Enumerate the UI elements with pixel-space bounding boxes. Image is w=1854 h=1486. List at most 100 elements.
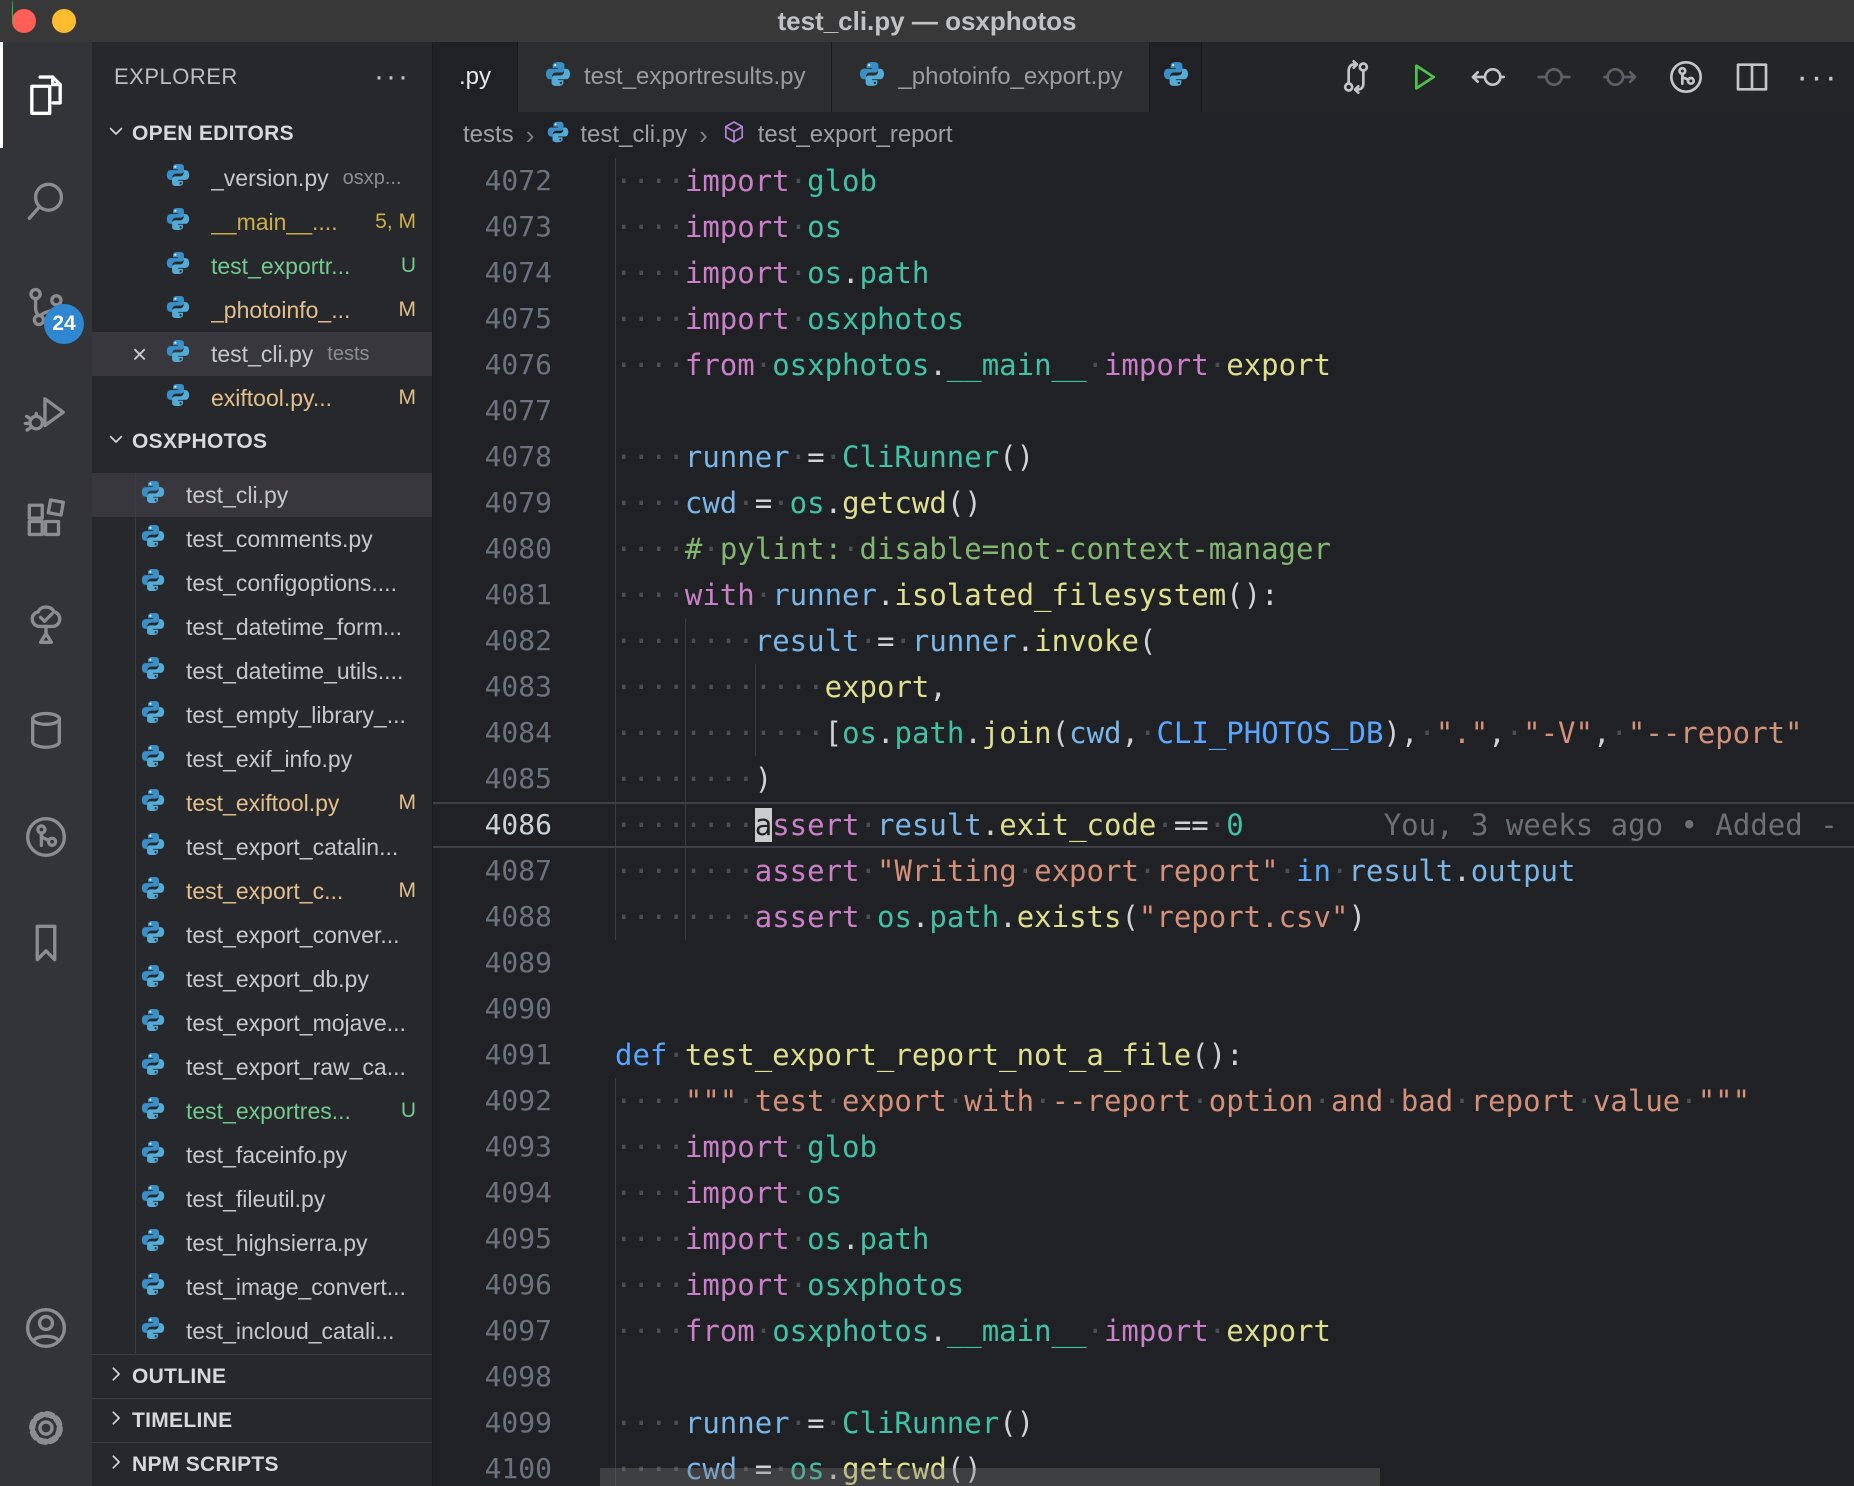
file-name: test_faceinfo.py: [186, 1142, 347, 1169]
tree-item[interactable]: test_faceinfo.py: [92, 1133, 432, 1177]
tree-item[interactable]: test_export_raw_ca...: [92, 1045, 432, 1089]
tree-item[interactable]: test_datetime_utils....: [92, 649, 432, 693]
tree-item[interactable]: test_empty_library_...: [92, 693, 432, 737]
navigate-point-icon[interactable]: [1532, 55, 1576, 99]
code-line[interactable]: 4076····from·osxphotos.__main__·import·e…: [433, 342, 1854, 388]
file-name: test_comments.py: [186, 526, 373, 553]
breadcrumb-item[interactable]: test_export_report: [720, 118, 953, 153]
tree-item[interactable]: test_export_db.py: [92, 957, 432, 1001]
tree-item[interactable]: test_image_convert...: [92, 1265, 432, 1309]
code-line[interactable]: 4086········assert·result.exit_code·==·0…: [433, 802, 1854, 848]
open-editor-item[interactable]: exiftool.py...M: [92, 376, 432, 420]
code-line[interactable]: 4082········result·=·runner.invoke(: [433, 618, 1854, 664]
tree-item[interactable]: test_cli.py: [92, 473, 432, 517]
tree-item[interactable]: test_configoptions....: [92, 561, 432, 605]
pinned-tab[interactable]: [1150, 42, 1202, 112]
code-line[interactable]: 4096····import·osxphotos: [433, 1262, 1854, 1308]
tree-item[interactable]: test_export_catalin...: [92, 825, 432, 869]
code-line[interactable]: 4095····import·os.path: [433, 1216, 1854, 1262]
code-line[interactable]: 4093····import·glob: [433, 1124, 1854, 1170]
tree-item[interactable]: test_export_c...M: [92, 869, 432, 913]
activity-bar: 24: [0, 42, 92, 1486]
account-icon[interactable]: [0, 1278, 92, 1378]
code-line[interactable]: 4087········assert·"Writing·export·repor…: [433, 848, 1854, 894]
zoom-window-button[interactable]: [12, 0, 13, 24]
settings-icon[interactable]: [0, 1378, 92, 1478]
open-editor-item[interactable]: _photoinfo_...M: [92, 288, 432, 332]
open-editor-item[interactable]: _version.pyosxp...: [92, 156, 432, 200]
code-line[interactable]: 4075····import·osxphotos: [433, 296, 1854, 342]
close-window-button[interactable]: [12, 9, 36, 33]
open-editors-section-header[interactable]: OPEN EDITORS: [92, 112, 432, 156]
editor-tab[interactable]: .py: [433, 42, 518, 112]
close-icon[interactable]: ×: [132, 339, 165, 370]
line-number: 4075: [433, 296, 552, 342]
bookmarks-icon[interactable]: [0, 890, 92, 996]
more-actions-icon[interactable]: ···: [374, 60, 410, 94]
panel-header-outline[interactable]: OUTLINE: [92, 1354, 432, 1398]
open-editor-item[interactable]: test_exportr...U: [92, 244, 432, 288]
code-line[interactable]: 4085········): [433, 756, 1854, 802]
tree-item[interactable]: test_exif_info.py: [92, 737, 432, 781]
file-name: test_datetime_utils....: [186, 658, 403, 685]
tree-item[interactable]: test_exiftool.pyM: [92, 781, 432, 825]
code-line[interactable]: 4077: [433, 388, 1854, 434]
search-icon[interactable]: [0, 148, 92, 254]
code-line[interactable]: 4083············export,: [433, 664, 1854, 710]
code-line[interactable]: 4088········assert·os.path.exists("repor…: [433, 894, 1854, 940]
editor-tab[interactable]: _photoinfo_export.py: [832, 42, 1149, 112]
code-line[interactable]: 4091def·test_export_report_not_a_file():: [433, 1032, 1854, 1078]
code-line[interactable]: 4084············[os.path.join(cwd,·CLI_P…: [433, 710, 1854, 756]
folder-section-header[interactable]: OSXPHOTOS: [92, 420, 432, 464]
navigate-forward-icon[interactable]: [1598, 55, 1642, 99]
compare-changes-icon[interactable]: [1334, 55, 1378, 99]
tree-item[interactable]: test_exportres...U: [92, 1089, 432, 1133]
chevron-right-icon: [104, 1362, 128, 1392]
code-line[interactable]: 4090: [433, 986, 1854, 1032]
testing-icon[interactable]: [0, 572, 92, 678]
code-line[interactable]: 4073····import·os: [433, 204, 1854, 250]
git-graph-icon[interactable]: [0, 784, 92, 890]
code-line[interactable]: 4081····with·runner.isolated_filesystem(…: [433, 572, 1854, 618]
database-icon[interactable]: [0, 678, 92, 784]
code-line[interactable]: 4079····cwd·=·os.getcwd(): [433, 480, 1854, 526]
more-actions-icon[interactable]: ···: [1796, 55, 1840, 99]
tree-item[interactable]: test_highsierra.py: [92, 1221, 432, 1265]
code-line[interactable]: 4094····import·os: [433, 1170, 1854, 1216]
split-editor-icon[interactable]: [1730, 55, 1774, 99]
run-debug-icon[interactable]: [0, 360, 92, 466]
code-line[interactable]: 4078····runner·=·CliRunner(): [433, 434, 1854, 480]
open-editor-item[interactable]: __main__....5, M: [92, 200, 432, 244]
panel-header-npm-scripts[interactable]: NPM SCRIPTS: [92, 1442, 432, 1486]
breadcrumb-item[interactable]: test_cli.py: [546, 120, 687, 151]
tree-item[interactable]: test_fileutil.py: [92, 1177, 432, 1221]
git-graph-circle-icon[interactable]: [1664, 55, 1708, 99]
horizontal-scrollbar[interactable]: [600, 1468, 1380, 1486]
code-line[interactable]: 4092····"""·test·export·with·--report·op…: [433, 1078, 1854, 1124]
explorer-icon[interactable]: [0, 42, 92, 148]
code-editor[interactable]: 4072····import·glob4073····import·os4074…: [433, 158, 1854, 1486]
tree-item[interactable]: test_comments.py: [92, 517, 432, 561]
code-line[interactable]: 4080····#·pylint:·disable=not-context-ma…: [433, 526, 1854, 572]
tree-item[interactable]: test_incloud_catali...: [92, 1309, 432, 1353]
minimize-window-button[interactable]: [52, 9, 76, 33]
run-icon[interactable]: [1400, 55, 1444, 99]
code-line[interactable]: 4097····from·osxphotos.__main__·import·e…: [433, 1308, 1854, 1354]
python-file-icon: [165, 338, 201, 370]
code-line[interactable]: 4072····import·glob: [433, 158, 1854, 204]
panel-header-timeline[interactable]: TIMELINE: [92, 1398, 432, 1442]
tree-item[interactable]: test_export_mojave...: [92, 1001, 432, 1045]
breadcrumb-item[interactable]: tests: [463, 121, 514, 149]
code-line[interactable]: 4099····runner·=·CliRunner(): [433, 1400, 1854, 1446]
code-line[interactable]: 4098: [433, 1354, 1854, 1400]
source-control-icon[interactable]: 24: [0, 254, 92, 360]
tree-item[interactable]: test_export_conver...: [92, 913, 432, 957]
code-line[interactable]: 4074····import·os.path: [433, 250, 1854, 296]
indent-guide: [685, 894, 686, 940]
tree-item[interactable]: test_datetime_form...: [92, 605, 432, 649]
navigate-back-icon[interactable]: [1466, 55, 1510, 99]
extensions-icon[interactable]: [0, 466, 92, 572]
code-line[interactable]: 4089: [433, 940, 1854, 986]
editor-tab[interactable]: test_exportresults.py: [518, 42, 832, 112]
open-editor-item[interactable]: ×test_cli.pytests: [92, 332, 432, 376]
